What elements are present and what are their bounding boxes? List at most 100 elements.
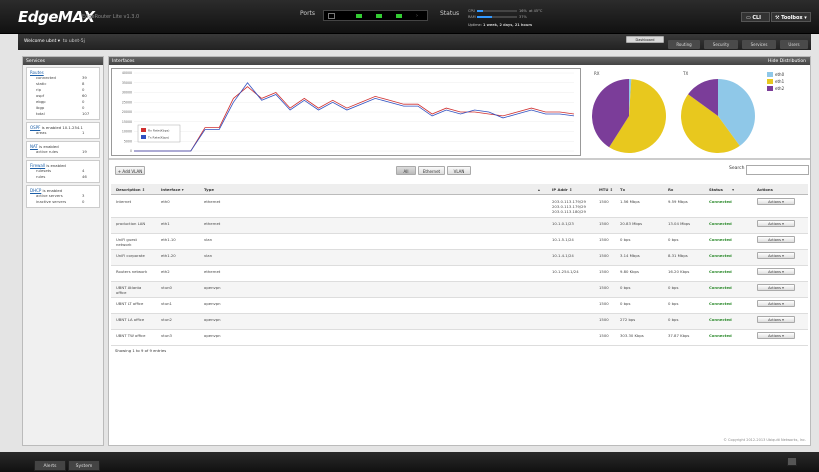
system-tab[interactable]: System [68,460,100,471]
tab-dashboard[interactable]: Dashboard [626,36,664,43]
legend-label: Rx Rate(Kbps) [148,128,169,132]
nat-value: 19 [82,149,87,154]
cell-description: UBNT LT office [116,301,144,306]
user-menu[interactable]: Welcome ubnt ▾ to ubnt-5j [24,39,85,44]
cell-description: Routers network [116,269,148,274]
uptime-label: Uptime: [468,23,482,27]
cli-label: CLI [752,15,762,21]
filter-ethernet[interactable]: Ethernet [418,166,445,175]
table-header: Description ⇕ Interface ▾ Type ▴ IP Addr… [111,184,808,195]
cell-mtu: 1500 [599,301,609,306]
tab-users[interactable]: Users [780,40,808,49]
pie-legend-swatch [767,72,773,77]
cell-ip: 10.1.254.1/24 [552,269,579,274]
cli-button[interactable]: ▭ CLI [741,12,770,22]
pie-legend-label: eth1 [775,79,785,84]
firewall-key: rules [36,174,46,179]
dhcp-value: 0 [82,199,85,204]
filter-all[interactable]: All [396,166,416,175]
actions-button[interactable]: Actions ▾ [757,300,795,307]
sidebar-title: Services [23,57,103,65]
expand-icon[interactable] [787,457,797,466]
cell-status: Connected [709,269,732,274]
add-vlan-button[interactable]: + Add VLAN [115,166,145,175]
table-row: UBNT LA office vtun2 openvpn 1500 272 bps 0 b… [111,314,808,330]
cell-interface: vtun0 [161,285,172,290]
cell-interface: eth1.10 [161,237,176,242]
cell-rx: 0 bps [668,301,679,306]
cell-rx: 16.20 Kbps [668,269,690,274]
col-description[interactable]: Description ⇕ [116,187,145,192]
user-name: Welcome ubnt [24,39,57,44]
hide-distribution-link[interactable]: Hide Distribution [768,59,806,64]
cell-status: Connected [709,199,732,204]
cell-interface: eth0 [161,199,170,204]
actions-label: Actions [768,200,781,204]
col-rx[interactable]: Rx [668,187,673,192]
pie-legend-item: eth2 [767,86,784,91]
actions-button[interactable]: Actions ▾ [757,332,795,339]
search-input[interactable] [746,165,809,175]
col-description-label: Description [116,187,141,192]
nat-block: NAT is enabled active rules 19 [26,141,100,158]
cell-tx: 303.30 Kbps [620,333,644,338]
actions-button[interactable]: Actions ▾ [757,220,795,227]
col-status[interactable]: Status ▾ [709,187,734,192]
cell-mtu: 1500 [599,253,609,258]
col-mtu[interactable]: MTU ⇕ [599,187,613,192]
cell-interface: eth1.20 [161,253,176,258]
actions-button[interactable]: Actions ▾ [757,198,795,205]
col-ip[interactable]: IP Addr ⇕ [552,187,572,192]
firewall-block: Firewall is enabled rulesets 4 rules 46 [26,160,100,183]
cell-interface: eth1 [161,221,170,226]
uptime: Uptime: 1 week, 2 days, 21 hours [468,23,532,27]
table-row: UBNT Atlanta office vtun0 openvpn 1500 0 bps… [111,282,808,298]
cell-type: vlan [204,237,213,242]
tab-routing[interactable]: Routing [668,40,700,49]
actions-button[interactable]: Actions ▾ [757,284,795,291]
actions-label: Actions [768,254,781,258]
cell-interface: vtun1 [161,301,172,306]
col-interface[interactable]: Interface ▾ [161,187,184,192]
y-tick-label: 20000 [122,110,132,114]
cell-type: ethernet [204,221,221,226]
cell-tx: 20.83 Mbps [620,221,643,226]
alerts-tab[interactable]: Alerts [34,460,66,471]
cell-type: ethernet [204,269,221,274]
ospf-row: areas 1 [30,130,96,136]
pie-legend-swatch [767,79,773,84]
actions-button[interactable]: Actions ▾ [757,316,795,323]
cell-rx: 0 bps [668,285,679,290]
col-tx[interactable]: Tx [620,187,625,192]
tab-security[interactable]: Security [704,40,738,49]
actions-button[interactable]: Actions ▾ [757,252,795,259]
col-status-label: Status [709,187,723,192]
ospf-key: areas [36,130,47,135]
cell-mtu: 1500 [599,221,609,226]
col-type[interactable]: Type [204,187,214,192]
nav-bar: Welcome ubnt ▾ to ubnt-5j Dashboard Rout… [18,34,811,50]
cell-description: UniFi corporate [116,253,145,258]
actions-button[interactable]: Actions ▾ [757,236,795,243]
toolbox-button[interactable]: ⚒ Toolbox ▾ [771,12,811,22]
cell-status: Connected [709,221,732,226]
tab-services[interactable]: Services [742,40,776,49]
cell-mtu: 1500 [599,285,609,290]
y-tick-label: 40000 [122,71,132,75]
y-tick-label: 0 [130,149,132,153]
cell-interface: vtun3 [161,333,172,338]
ports-panel[interactable]: › [323,10,428,21]
filter-vlan[interactable]: VLAN [447,166,471,175]
panel-splitter[interactable] [109,158,810,160]
series-line [134,82,575,152]
cell-description: UBNT TW office [116,333,146,338]
nat-key: active rules [36,149,59,154]
interfaces-header: Interfaces Hide Distribution [109,57,810,65]
table-row: UBNT LT office vtun1 openvpn 1500 0 bps 0 bps… [111,298,808,314]
actions-button[interactable]: Actions ▾ [757,268,795,275]
col-ip-label: IP Addr [552,187,568,192]
cell-rx: 9.59 Mbps [668,199,688,204]
host-name: to ubnt-5j [62,39,85,44]
table-row: UBNT TW office vtun3 openvpn 1500 303.30 Kbp… [111,330,808,346]
ospf-block: OSPF is enabled 10.1.254.1 areas 1 [26,122,100,139]
